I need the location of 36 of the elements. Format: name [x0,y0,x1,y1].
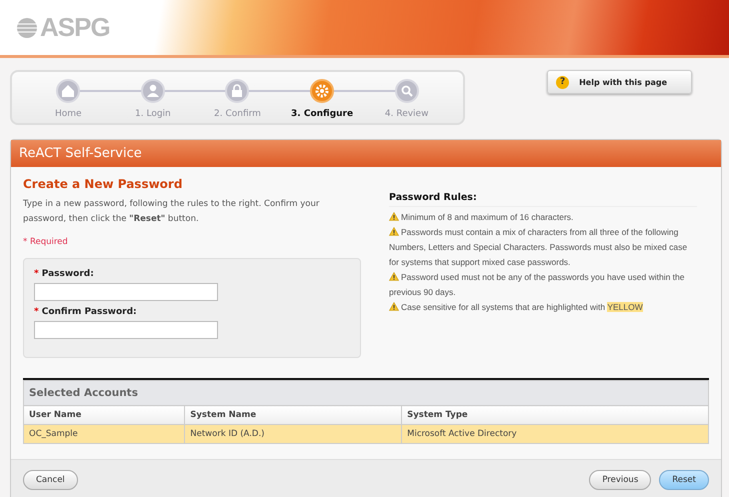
table-cell: Network ID (A.D.) [184,424,402,444]
table-cell: OC_Sample [24,424,185,444]
password-field[interactable] [34,321,218,339]
table-cell: Microsoft Active Directory [402,424,708,444]
step-label: 1. Login [135,109,171,119]
field-label: * Password: [34,269,95,279]
form-heading: Create a New Password [23,177,184,191]
instructions: Type in a new password, following the rules to the right. Confirm your password, then click the "Reset" button. [23,198,320,226]
warning-icon [389,302,399,311]
rule-text: Password used must not be any of the passwords you have used within the previous 90 days. [389,271,686,299]
field-label: * Confirm Password: [34,307,138,317]
rules-title: Password Rules: [389,192,697,207]
required-note: * Required [23,237,69,247]
column-header: User Name [24,406,185,424]
reset-button[interactable]: Reset [659,470,709,490]
column-header: System Name [184,406,402,424]
password-field[interactable] [34,283,218,301]
rule-text: Passwords must contain a mix of characters from all three of the following Numbers, Letters and Special Characters. Passwords must also be mixed case for systems that support mixed case passwords. [389,226,688,269]
previous-button[interactable]: Previous [589,470,652,490]
logo: ASPG [16,12,110,43]
panel-title: ReACT Self-Service [11,140,721,167]
table-row[interactable]: OC_Sample Network ID (A.D.) Microsoft Active Directory [24,424,708,444]
column-header: System Type [402,406,708,424]
step-label: 3. Configure [291,109,354,119]
step-label: 4. Review [384,109,428,119]
help-icon: ? [556,76,570,88]
rule-text: Minimum of 8 and maximum of 16 characters. [389,210,697,225]
rule-text: Case sensitive for all systems that are highlighted with YELLOW [389,300,697,315]
step-label: Home [55,109,82,119]
cancel-button[interactable]: Cancel [23,470,78,490]
warning-icon [389,227,399,236]
help-button[interactable]: ? Help with this page [547,70,692,94]
warning-icon [389,272,399,281]
warning-icon [389,212,399,221]
step-label: 2. Confirm [214,109,261,119]
table-title: Selected Accounts [24,380,708,406]
